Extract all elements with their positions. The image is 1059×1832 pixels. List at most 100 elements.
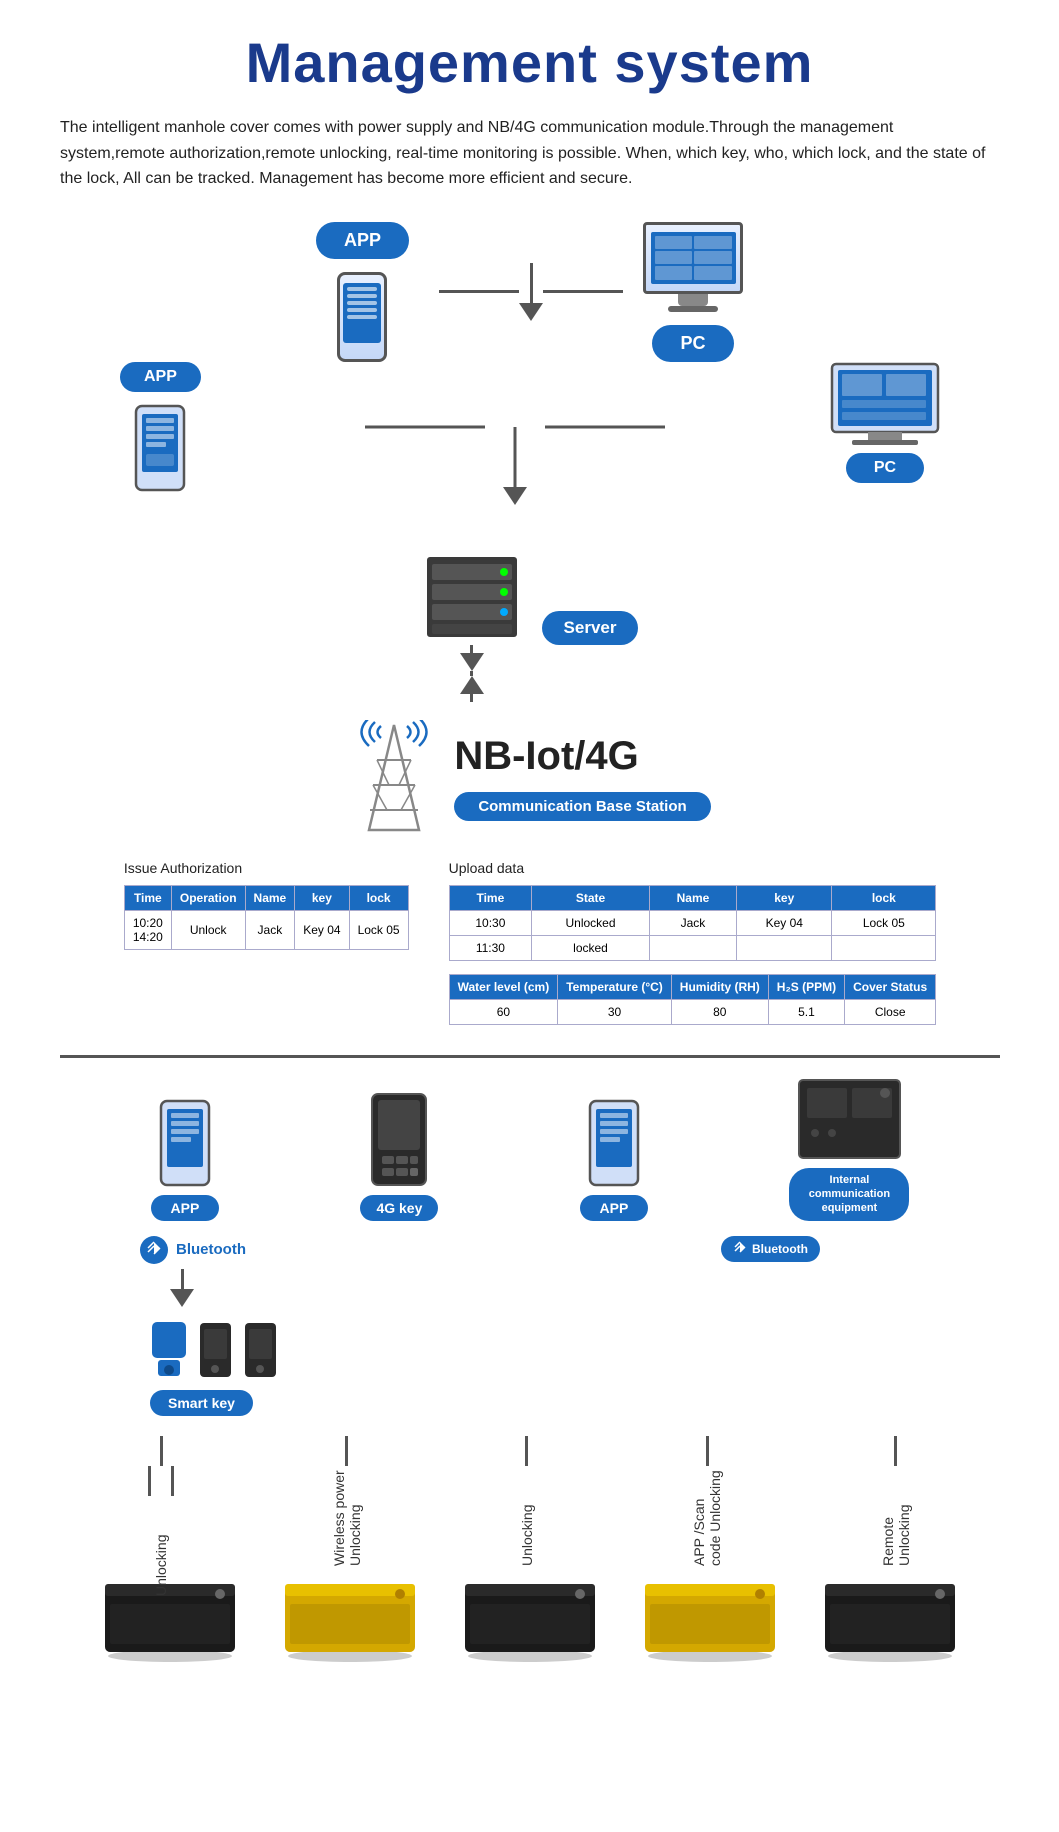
upload-state-2: locked <box>532 935 650 960</box>
upload-col-lock: lock <box>832 885 936 910</box>
vl-scan: APP /Scan code Unlocking <box>691 1466 723 1566</box>
nb-iot-info: NB-Iot/4G Communication Base Station <box>454 734 710 821</box>
cover-plate-2-svg <box>280 1576 420 1664</box>
page-container: Management system The intelligent manhol… <box>0 0 1059 1694</box>
upload-col-name: Name <box>649 885 736 910</box>
internal-comm-label: Internal communication equipment <box>789 1168 909 1221</box>
upload-col-cover: Cover Status <box>845 974 936 999</box>
pc-label-right: PC <box>846 453 924 483</box>
vl-remote: Remote Unlocking <box>880 1466 912 1566</box>
bluetooth-right-section: Bluetooth <box>721 1236 820 1262</box>
tower-svg <box>349 720 439 835</box>
issue-col-name: Name <box>245 885 295 910</box>
bluetooth-label: Bluetooth <box>176 1241 246 1258</box>
issue-name: Jack <box>245 910 295 949</box>
bottom-app-label-left: APP <box>151 1195 220 1221</box>
upload-table-2: Water level (cm) Temperature (°C) Humidi… <box>449 974 937 1025</box>
vertical-label-wireless: Wireless power Unlocking <box>331 1436 363 1566</box>
vl-unlocking-4g: Unlocking <box>519 1466 535 1566</box>
cover-5 <box>820 1576 960 1664</box>
pc-pill: PC <box>652 325 733 362</box>
bottom-internal-comm: Internal communication equipment <box>789 1078 909 1221</box>
phone-svg-left <box>134 404 186 492</box>
bluetooth-icon <box>140 1236 168 1264</box>
bt-pill-right: Bluetooth <box>721 1236 820 1262</box>
smart-key-label: Smart key <box>150 1390 253 1416</box>
monitor-icon <box>643 222 743 294</box>
phone-svg-bottom-right <box>588 1099 640 1187</box>
upload-col-time: Time <box>449 885 532 910</box>
issue-time: 10:2014:20 <box>124 910 171 949</box>
issue-col-key: key <box>295 885 349 910</box>
upload-col-waterlevel: Water level (cm) <box>449 974 558 999</box>
upload-col-temp: Temperature (°C) <box>558 974 672 999</box>
cover-4 <box>640 1576 780 1664</box>
upload-col-key: key <box>737 885 832 910</box>
app-label-left: APP <box>120 362 201 392</box>
upload-name-1: Jack <box>649 910 736 935</box>
upload-lock-2 <box>832 935 936 960</box>
server-rack-svg <box>422 552 522 642</box>
issue-col-operation: Operation <box>171 885 245 910</box>
vl-wireless: Wireless power Unlocking <box>331 1466 363 1566</box>
comm-base-label: Communication Base Station <box>454 792 710 821</box>
app-pill-top: APP <box>316 222 409 259</box>
bottom-app-left: APP <box>151 1099 220 1221</box>
key4g-svg <box>370 1092 428 1187</box>
sensor-cover: Close <box>845 999 936 1024</box>
upload-col-humidity: Humidity (RH) <box>671 974 768 999</box>
key-fob-blue <box>150 1320 188 1380</box>
upload-name-2 <box>649 935 736 960</box>
issue-col-time: Time <box>124 885 171 910</box>
intro-text: The intelligent manhole cover comes with… <box>60 115 999 192</box>
bottom-4g-key: 4G key <box>360 1092 438 1221</box>
vertical-label-unlocking-4g: Unlocking <box>519 1436 535 1566</box>
table-row: 60 30 80 5.1 Close <box>449 999 936 1024</box>
phone-icon-top <box>337 272 387 362</box>
upload-lock-1: Lock 05 <box>832 910 936 935</box>
app-device-top: APP <box>316 222 409 362</box>
bottom-app-right: APP <box>580 1099 649 1221</box>
server-pill: Server <box>542 611 639 645</box>
upload-time-1: 10:30 <box>449 910 532 935</box>
table-row: 11:30 locked <box>449 935 936 960</box>
upload-col-state: State <box>532 885 650 910</box>
issue-key: Key 04 <box>295 910 349 949</box>
issue-col-lock: lock <box>349 885 408 910</box>
vertical-label-unlocking: Unlocking <box>148 1436 174 1596</box>
upload-key-2 <box>737 935 832 960</box>
upload-data-table-group: Upload data Time State Name key lock <box>449 860 937 1025</box>
smart-key-row <box>150 1320 278 1380</box>
issue-auth-table-group: Issue Authorization Time Operation Name … <box>124 860 409 950</box>
upload-table-1: Time State Name key lock 10:30 Unlocked … <box>449 885 937 961</box>
vertical-label-remote: Remote Unlocking <box>880 1436 912 1566</box>
key4g-label: 4G key <box>360 1195 438 1221</box>
cover-plate-3-svg <box>460 1576 600 1664</box>
upload-state-1: Unlocked <box>532 910 650 935</box>
internal-comm-svg <box>797 1078 902 1160</box>
sensor-humidity: 80 <box>671 999 768 1024</box>
monitor-svg <box>830 362 940 447</box>
vertical-label-scan: APP /Scan code Unlocking <box>691 1436 723 1566</box>
vl-unlocking: Unlocking <box>153 1496 169 1596</box>
issue-auth-title: Issue Authorization <box>124 860 409 876</box>
upload-time-2: 11:30 <box>449 935 532 960</box>
app-left: APP <box>120 362 201 497</box>
nb-iot-title: NB-Iot/4G <box>454 734 710 779</box>
main-diagram: APP <box>60 222 999 362</box>
cover-plate-5-svg <box>820 1576 960 1664</box>
bluetooth-section: Bluetooth <box>60 1236 1000 1416</box>
upload-key-1: Key 04 <box>737 910 832 935</box>
sensor-temp: 30 <box>558 999 672 1024</box>
server-section <box>422 552 522 705</box>
upload-col-h2s: H₂S (PPM) <box>768 974 844 999</box>
upload-data-title: Upload data <box>449 860 937 876</box>
cover-plates-row <box>60 1576 1000 1664</box>
pc-device: PC <box>643 222 743 362</box>
cover-2 <box>280 1576 420 1664</box>
issue-operation: Unlock <box>171 910 245 949</box>
issue-lock: Lock 05 <box>349 910 408 949</box>
phone-svg-bottom-left <box>159 1099 211 1187</box>
issue-auth-table: Time Operation Name key lock 10:2014:20 … <box>124 885 409 950</box>
cover-plate-4-svg <box>640 1576 780 1664</box>
